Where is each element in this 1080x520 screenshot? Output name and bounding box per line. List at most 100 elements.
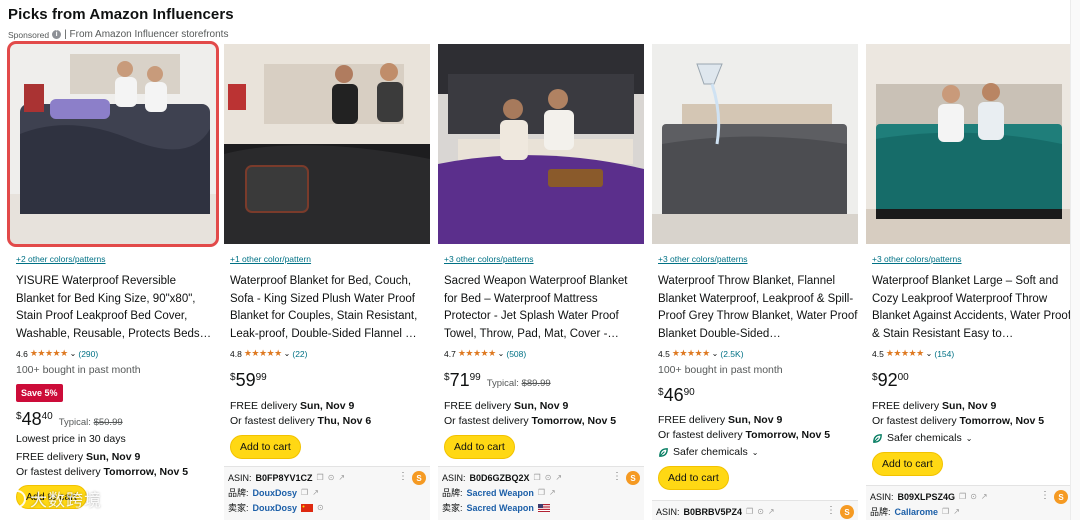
china-flag-icon (301, 503, 314, 512)
color-options-link[interactable]: +3 other colors/patterns (872, 254, 962, 264)
color-options-link[interactable]: +1 other color/pattern (230, 254, 311, 264)
product-image[interactable] (652, 44, 858, 244)
info-icon[interactable]: i (52, 30, 62, 39)
external-link-icon[interactable]: ↗ (312, 488, 319, 497)
color-options-link[interactable]: +3 other colors/patterns (658, 254, 748, 264)
brand-row: 品牌: Callarome ❐ ↗ (870, 506, 960, 518)
location-icon[interactable]: ⊙ (970, 492, 977, 501)
asin-value[interactable]: B0BRBV5PZ4 (684, 507, 743, 517)
product-title-link[interactable]: Sacred Weapon Waterproof Blanket for Bed… (444, 273, 644, 343)
copy-icon[interactable]: ❐ (746, 507, 753, 516)
rating-row[interactable]: 4.5 ★★★★★ ⌄ (2.5K) (658, 348, 744, 359)
review-count[interactable]: (290) (78, 349, 98, 359)
brand-link[interactable]: DouxDosy (253, 488, 298, 498)
location-icon[interactable]: ⊙ (317, 503, 324, 512)
rating-row[interactable]: 4.7 ★★★★★ ⌄ (508) (444, 348, 526, 359)
asin-panel: ASIN: B09XLPSZ4G ❐ ⊙ ↗ 品牌: Callarome ❐ ↗ ⋮ S (866, 485, 1072, 520)
chevron-down-icon[interactable]: ⌄ (70, 349, 77, 358)
asin-value[interactable]: B0FP8YV1CZ (256, 473, 313, 483)
product-card: +3 other colors/patterns Waterproof Thro… (652, 44, 858, 520)
copy-icon[interactable]: ❐ (538, 488, 545, 497)
product-image[interactable] (866, 44, 1072, 244)
page-scrollbar[interactable] (1070, 0, 1080, 520)
external-link-icon[interactable]: ↗ (768, 507, 775, 516)
add-to-cart-button[interactable]: Add to cart (872, 452, 943, 476)
product-title-link[interactable]: Waterproof Throw Blanket, Flannel Blanke… (658, 273, 858, 343)
extension-logo-icon[interactable]: S (840, 505, 854, 519)
delivery-line: FREE delivery Sun, Nov 9 (444, 400, 569, 412)
add-to-cart-button[interactable]: Add to cart (444, 435, 515, 459)
extension-logo-icon[interactable]: S (412, 471, 426, 485)
delivery-line: FREE delivery Sun, Nov 9 (872, 400, 997, 412)
fastest-delivery-line: Or fastest delivery Tomorrow, Nov 5 (872, 415, 1045, 427)
asin-panel: ASIN: B0FP8YV1CZ ❐ ⊙ ↗ 品牌: DouxDosy ❐ ↗ 卖家: Doux… (224, 466, 430, 520)
add-to-cart-button[interactable]: Add to cart (658, 466, 729, 490)
product-card: +3 other colors/patterns Sacred Weapon W… (438, 44, 644, 520)
review-count[interactable]: (508) (506, 349, 526, 359)
seller-link[interactable]: DouxDosy (253, 503, 298, 513)
brand-row: 品牌: Sacred Weapon ❐ ↗ (442, 487, 556, 499)
product-title-link[interactable]: Waterproof Blanket Large – Soft and Cozy… (872, 273, 1072, 343)
chevron-down-icon[interactable]: ⌄ (284, 349, 291, 358)
product-title-link[interactable]: YISURE Waterproof Reversible Blanket for… (16, 273, 216, 343)
product-image[interactable] (438, 44, 644, 244)
chevron-down-icon[interactable]: ⌄ (712, 349, 719, 358)
extension-logo-icon[interactable]: S (1054, 490, 1068, 504)
asin-panel: ASIN: B0BRBV5PZ4 ❐ ⊙ ↗ ⋮ S (652, 500, 858, 520)
more-options-icon[interactable]: ⋮ (612, 471, 622, 482)
location-icon[interactable]: ⊙ (757, 507, 764, 516)
more-options-icon[interactable]: ⋮ (826, 505, 836, 516)
product-image[interactable] (7, 41, 219, 247)
fastest-delivery-line: Or fastest delivery Tomorrow, Nov 5 (444, 415, 617, 427)
copy-icon[interactable]: ❐ (317, 473, 324, 482)
seller-link[interactable]: Sacred Weapon (467, 503, 534, 513)
external-link-icon[interactable]: ↗ (549, 488, 556, 497)
bought-label: 100+ bought in past month (658, 364, 783, 376)
watermark-logo-icon (8, 489, 26, 508)
review-count[interactable]: (154) (934, 349, 954, 359)
rating-row[interactable]: 4.6 ★★★★★ ⌄ (290) (16, 348, 98, 359)
asin-value[interactable]: B09XLPSZ4G (898, 492, 956, 502)
color-options-link[interactable]: +2 other colors/patterns (16, 254, 106, 264)
external-link-icon[interactable]: ↗ (953, 507, 960, 516)
location-icon[interactable]: ⊙ (545, 473, 552, 482)
chevron-down-icon[interactable]: ⌄ (926, 349, 933, 358)
rating-row[interactable]: 4.8 ★★★★★ ⌄ (22) (230, 348, 308, 359)
review-count[interactable]: (22) (292, 349, 307, 359)
copy-icon[interactable]: ❐ (959, 492, 966, 501)
asin-value[interactable]: B0D6GZBQ2X (470, 473, 530, 483)
watermark-overlay: 大数跨境 (8, 486, 102, 511)
sponsored-label[interactable]: Sponsored (8, 30, 49, 40)
copy-icon[interactable]: ❐ (942, 507, 949, 516)
brand-link[interactable]: Callarome (895, 507, 939, 517)
brand-link[interactable]: Sacred Weapon (467, 488, 534, 498)
review-count[interactable]: (2.5K) (720, 349, 743, 359)
add-to-cart-button[interactable]: Add to cart (230, 435, 301, 459)
fastest-delivery-line: Or fastest delivery Tomorrow, Nov 5 (658, 429, 831, 441)
chevron-down-icon[interactable]: ⌄ (752, 448, 759, 457)
stars-icon: ★★★★★ (243, 348, 282, 358)
chevron-down-icon[interactable]: ⌄ (498, 349, 505, 358)
color-options-link[interactable]: +3 other colors/patterns (444, 254, 534, 264)
leaf-icon (873, 433, 882, 443)
product-title-link[interactable]: Waterproof Blanket for Bed, Couch, Sofa … (230, 273, 430, 343)
copy-icon[interactable]: ❐ (534, 473, 541, 482)
location-icon[interactable]: ⊙ (328, 473, 335, 482)
chevron-down-icon[interactable]: ⌄ (966, 434, 973, 443)
lowest-price-label: Lowest price in 30 days (16, 433, 126, 445)
stars-icon: ★★★★★ (885, 348, 924, 358)
rating-row[interactable]: 4.5 ★★★★★ ⌄ (154) (872, 348, 954, 359)
extension-logo-icon[interactable]: S (626, 471, 640, 485)
more-options-icon[interactable]: ⋮ (398, 471, 408, 482)
safer-chemicals-link[interactable]: Safer chemicals ⌄ (658, 446, 758, 458)
product-image[interactable] (224, 44, 430, 244)
external-link-icon[interactable]: ↗ (338, 473, 345, 482)
external-link-icon[interactable]: ↗ (981, 492, 988, 501)
more-options-icon[interactable]: ⋮ (1040, 490, 1050, 501)
copy-icon[interactable]: ❐ (301, 488, 308, 497)
stars-icon: ★★★★★ (457, 348, 496, 358)
section-title: Picks from Amazon Influencers (8, 6, 234, 23)
external-link-icon[interactable]: ↗ (555, 473, 562, 482)
rating-value: 4.7 (444, 348, 456, 359)
safer-chemicals-link[interactable]: Safer chemicals ⌄ (872, 432, 972, 444)
